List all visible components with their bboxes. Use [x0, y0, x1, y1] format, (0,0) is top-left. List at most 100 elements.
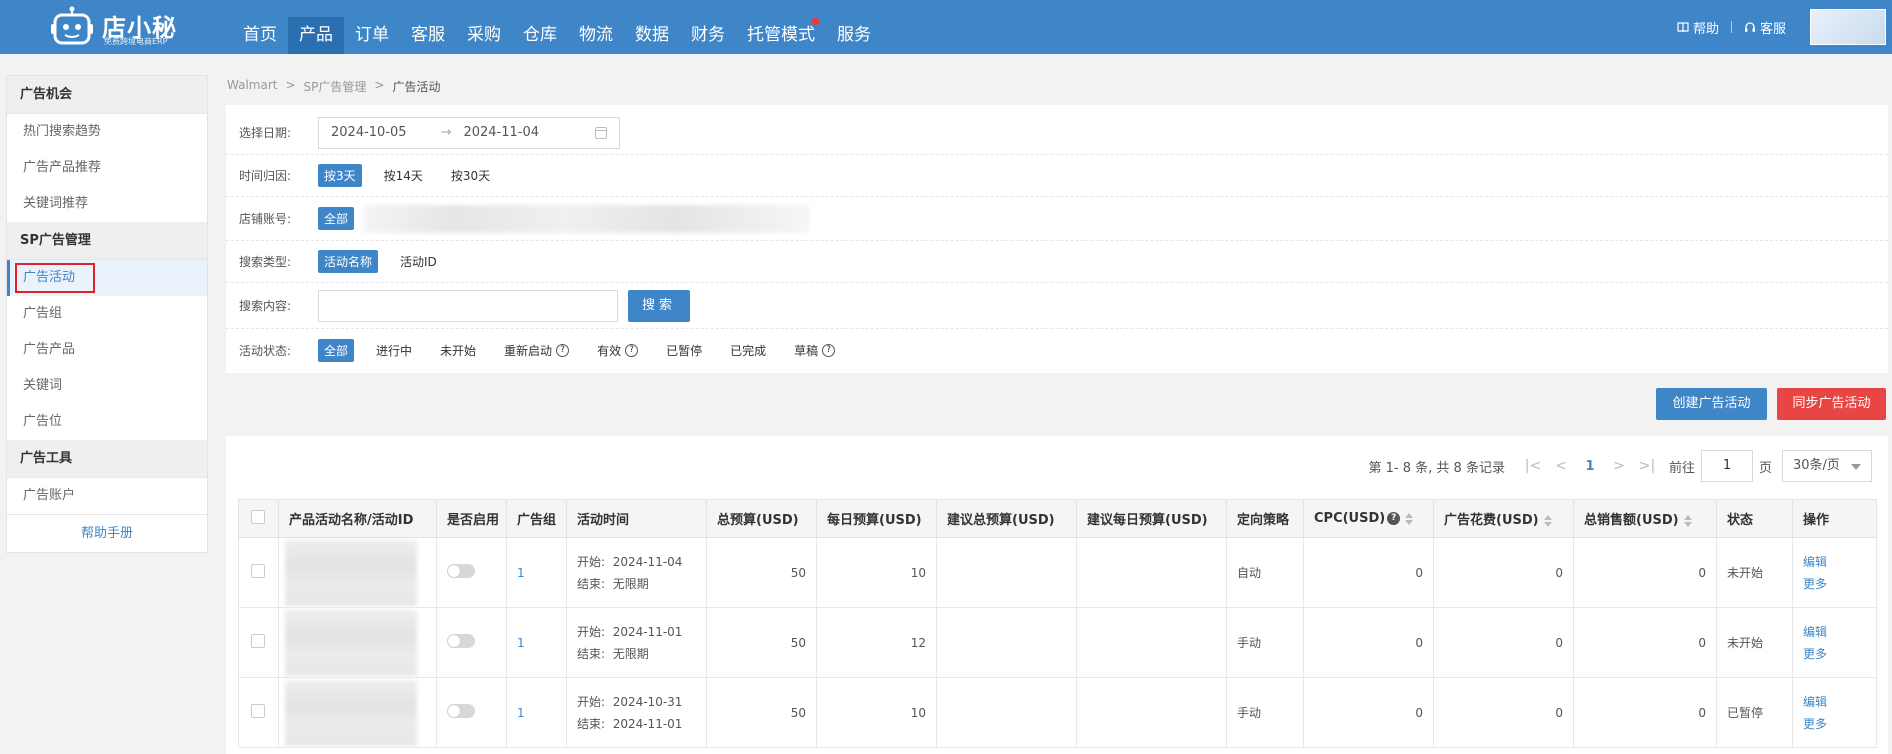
- nav-item[interactable]: 服务: [826, 17, 882, 54]
- status-valid[interactable]: 有效?: [591, 339, 644, 362]
- sidebar-item-ad-account[interactable]: 广告账户: [7, 478, 207, 514]
- date-range-picker[interactable]: 2024-10-05 → 2024-11-04: [318, 116, 620, 149]
- nav-item[interactable]: 数据: [624, 17, 680, 54]
- enable-toggle[interactable]: [447, 704, 475, 718]
- edit-link[interactable]: 编辑: [1803, 555, 1827, 569]
- goto-page-input[interactable]: 1: [1700, 450, 1753, 482]
- question-icon[interactable]: ?: [822, 343, 836, 357]
- create-campaign-button[interactable]: 创建广告活动: [1656, 388, 1767, 420]
- shop-list-blurred[interactable]: [364, 204, 811, 233]
- book-icon: [1677, 21, 1689, 32]
- nav-item[interactable]: 产品: [288, 17, 344, 54]
- status-not-started[interactable]: 未开始: [434, 339, 482, 362]
- sidebar: 广告机会 热门搜索趋势 广告产品推荐 关键词推荐 SP广告管理 广告活动 广告组…: [6, 75, 208, 553]
- row-checkbox[interactable]: [251, 704, 265, 718]
- nav-item[interactable]: 客服: [400, 17, 456, 54]
- time-cell: 开始: 2024-10-31 结束: 2024-11-01: [566, 677, 707, 748]
- attr-3-days[interactable]: 按3天: [318, 164, 362, 187]
- nav-item[interactable]: 采购: [456, 17, 512, 54]
- status-draft[interactable]: 草稿?: [788, 339, 841, 362]
- select-all-checkbox-cell[interactable]: [238, 499, 279, 538]
- sidebar-item-placements[interactable]: 广告位: [7, 404, 207, 440]
- next-page-icon[interactable]: >: [1605, 458, 1633, 474]
- filter-panel: 选择日期: 2024-10-05 → 2024-11-04 时间归因: 按3天 …: [226, 105, 1888, 373]
- help-icon[interactable]: ?: [1387, 512, 1401, 525]
- ad-group-link[interactable]: 1: [517, 636, 525, 650]
- col-campaign-name: 产品活动名称/活动ID: [278, 499, 437, 538]
- row-checkbox-cell[interactable]: [238, 537, 279, 608]
- service-link[interactable]: 客服: [1738, 18, 1792, 37]
- sidebar-item-keywords[interactable]: 关键词: [7, 368, 207, 404]
- row-checkbox-cell[interactable]: [238, 607, 279, 678]
- more-link[interactable]: 更多: [1803, 647, 1827, 661]
- nav-item[interactable]: 托管模式: [736, 17, 826, 54]
- sidebar-item-ad-groups[interactable]: 广告组: [7, 296, 207, 332]
- breadcrumb-sp-ads[interactable]: SP广告管理: [304, 78, 367, 95]
- more-link[interactable]: 更多: [1803, 717, 1827, 731]
- cpc-cell: 0: [1303, 677, 1434, 748]
- status-draft-label: 草稿: [794, 343, 819, 358]
- breadcrumb-walmart[interactable]: Walmart: [227, 78, 277, 95]
- row-checkbox[interactable]: [251, 634, 265, 648]
- last-page-icon[interactable]: >|: [1633, 458, 1661, 474]
- question-icon[interactable]: ?: [556, 343, 570, 357]
- enable-toggle[interactable]: [447, 634, 475, 648]
- first-page-icon[interactable]: |<: [1519, 458, 1547, 474]
- spend-cell: 0: [1433, 607, 1574, 678]
- nav-item[interactable]: 订单: [344, 17, 400, 54]
- nav-item[interactable]: 财务: [680, 17, 736, 54]
- sidebar-item-ad-products[interactable]: 广告产品: [7, 332, 207, 368]
- edit-link[interactable]: 编辑: [1803, 625, 1827, 639]
- suggested-total-cell: [936, 607, 1077, 678]
- page-size-select[interactable]: 30条/页: [1782, 450, 1872, 482]
- enable-toggle[interactable]: [447, 564, 475, 578]
- help-link[interactable]: 帮助: [1671, 18, 1725, 37]
- filter-row-status: 活动状态: 全部 进行中 未开始 重新启动? 有效? 已暂停 已完成 草稿?: [226, 329, 1888, 371]
- status-cell: 未开始: [1716, 537, 1793, 608]
- ad-group-link[interactable]: 1: [517, 706, 525, 720]
- nav-item[interactable]: 首页: [232, 17, 288, 54]
- status-valid-label: 有效: [597, 343, 622, 358]
- top-right-links: 帮助 客服: [1671, 0, 1892, 54]
- shop-all[interactable]: 全部: [318, 207, 355, 230]
- nav-item[interactable]: 仓库: [512, 17, 568, 54]
- status-completed[interactable]: 已完成: [724, 339, 772, 362]
- notification-dot: [812, 18, 819, 25]
- status-running[interactable]: 进行中: [370, 339, 418, 362]
- question-icon[interactable]: ?: [625, 343, 639, 357]
- edit-link[interactable]: 编辑: [1803, 695, 1827, 709]
- logo[interactable]: 店小秘 免费跨境电商ERP: [50, 4, 180, 50]
- date-end: 2024-11-04: [463, 125, 540, 140]
- type-campaign-id[interactable]: 活动ID: [394, 250, 443, 273]
- select-all-checkbox[interactable]: [251, 509, 265, 524]
- row-checkbox-cell[interactable]: [238, 677, 279, 748]
- sidebar-item-product-recommend[interactable]: 广告产品推荐: [7, 150, 207, 186]
- user-avatar[interactable]: [1810, 9, 1886, 45]
- nav-item[interactable]: 物流: [568, 17, 624, 54]
- col-cpc[interactable]: CPC(USD)?: [1303, 499, 1434, 538]
- row-checkbox[interactable]: [251, 564, 265, 578]
- help-manual-link[interactable]: 帮助手册: [7, 514, 207, 552]
- col-sales[interactable]: 总销售额(USD): [1573, 499, 1717, 538]
- status-paused[interactable]: 已暂停: [660, 339, 708, 362]
- ad-group-link[interactable]: 1: [517, 566, 525, 580]
- status-all[interactable]: 全部: [318, 338, 355, 362]
- attr-30-days[interactable]: 按30天: [445, 164, 496, 187]
- page-number-current[interactable]: 1: [1575, 459, 1605, 474]
- search-input[interactable]: [318, 289, 618, 322]
- more-link[interactable]: 更多: [1803, 577, 1827, 591]
- col-spend[interactable]: 广告花费(USD): [1433, 499, 1574, 538]
- search-button[interactable]: 搜索: [628, 289, 690, 322]
- sort-icon[interactable]: [1405, 512, 1414, 525]
- prev-page-icon[interactable]: <: [1547, 458, 1575, 474]
- status-restarted[interactable]: 重新启动?: [498, 339, 575, 362]
- sidebar-item-hot-search[interactable]: 热门搜索趋势: [7, 114, 207, 150]
- sync-campaign-button[interactable]: 同步广告活动: [1777, 388, 1886, 420]
- sort-icon[interactable]: [1683, 514, 1692, 527]
- attr-14-days[interactable]: 按14天: [378, 164, 429, 187]
- type-campaign-name[interactable]: 活动名称: [318, 250, 379, 273]
- cpc-cell: 0: [1303, 537, 1434, 608]
- sort-icon[interactable]: [1543, 514, 1552, 527]
- sidebar-item-campaigns[interactable]: 广告活动: [7, 260, 207, 296]
- sidebar-item-keyword-recommend[interactable]: 关键词推荐: [7, 186, 207, 222]
